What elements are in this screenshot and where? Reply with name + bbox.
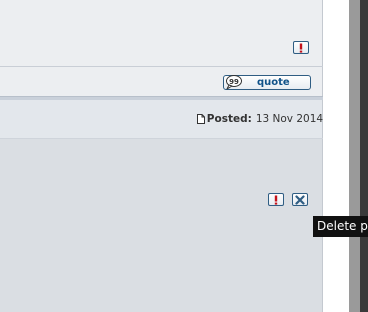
report-post-button-upper[interactable] [293, 41, 309, 54]
delete-post-button[interactable] [292, 193, 308, 206]
upper-post-body [0, 0, 323, 66]
posted-label: Posted: [206, 113, 252, 125]
window-edge [360, 0, 368, 312]
scrollbar-track[interactable] [349, 0, 360, 312]
delete-tooltip: Delete p [313, 216, 368, 237]
svg-text:99: 99 [229, 78, 239, 86]
report-exclamation-icon [299, 43, 303, 53]
delete-x-icon [295, 194, 305, 205]
quote-speech-bubble-icon: 99 [226, 75, 242, 90]
report-exclamation-icon [274, 195, 278, 205]
quote-button-label: quote [257, 77, 290, 88]
quote-button[interactable]: 99 quote [223, 75, 311, 90]
right-gutter [323, 0, 349, 312]
report-post-button-lower[interactable] [268, 193, 284, 206]
document-icon[interactable] [196, 114, 205, 124]
forum-page: 99 quote Posted: 13 Nov 2014, 00:45 Dele… [0, 0, 368, 312]
lower-post-body [0, 139, 323, 312]
